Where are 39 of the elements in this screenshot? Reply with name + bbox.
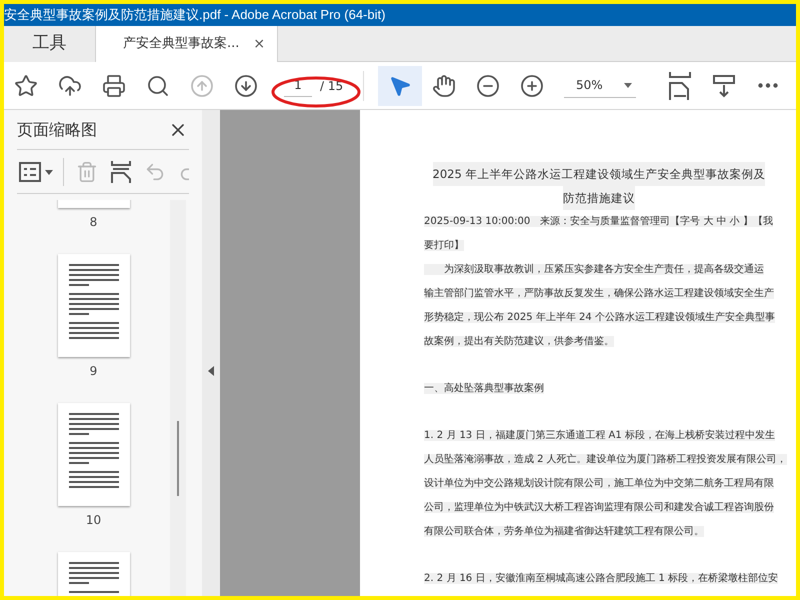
- page-number-label: 10: [86, 513, 102, 527]
- page-total: / 15: [320, 78, 344, 94]
- section-heading: 一、高处坠落典型事故案例: [424, 382, 544, 396]
- keyboard-arrow-icon: [712, 74, 736, 98]
- tab-label: 工具: [32, 32, 66, 56]
- insert-page-icon: [111, 160, 131, 184]
- body-paragraph: 2. 2 月 16 日，安徽淮南至桐城高速公路合肥段施工 1 标段，在桥梁墩柱部位安: [424, 572, 778, 586]
- list-options-icon: [19, 160, 55, 182]
- zoom-in-icon: [520, 74, 544, 98]
- zoom-dropdown[interactable]: 50%: [564, 74, 636, 98]
- arrow-down-circle-icon: [234, 74, 258, 98]
- collapse-arrow-icon: [208, 366, 214, 376]
- tab-close[interactable]: ×: [253, 34, 266, 54]
- tab-label: 产安全典型事故案...: [123, 35, 240, 54]
- caret-icon: [624, 82, 632, 88]
- body-paragraph: 为深刻汲取事故教训，压紧压实参建各方安全生产责任，提高各级交通运 输主管部门监管水平，严防事故反复发生，确保公路水运工程建设领域安全生产 形势稳定，现公布 2025 年上半年 24 个公路水运工程建设领域生产安全典型事 故案例，提出有关防范建议，供参考借鉴。: [424, 262, 775, 349]
- toolbar-button[interactable]: [378, 66, 422, 106]
- page-number-label: 9: [90, 364, 98, 378]
- more-icon: [758, 83, 778, 88]
- page-number-label: 8: [90, 215, 98, 229]
- arrow-up-circle-icon: [190, 74, 214, 98]
- document-title: 防范措施建议: [563, 186, 635, 210]
- cloud-upload-icon: [58, 74, 82, 98]
- page-thumbnail[interactable]: [58, 254, 130, 357]
- article-meta: 2025-09-13 10:00:00 来源：安全与质量监督管理司【字号 大 中 小 】【我 要打印】: [424, 214, 773, 253]
- scrollbar-thumb[interactable]: [177, 421, 179, 496]
- search-icon: [146, 74, 170, 98]
- fit-page-icon: [669, 70, 691, 100]
- window-title: 安全典型事故案例及防范措施建议.pdf - Adobe Acrobat Pro (64-bit): [4, 6, 386, 24]
- printer-icon: [102, 74, 126, 98]
- body-paragraph: 1. 2 月 13 日，福建厦门第三东通道工程 A1 标段，在海上栈桥安装过程中发生 人员坠落淹溺事故，造成 2 人死亡。建设单位为厦门路桥工程投资发展有限公司， 设计单位为中交公路规划设计院有限公司，施工单位为中交第二航务工程局有限 公司，监理单位为中铁武汉大桥工程咨询监理有限公司和建发合诚工程咨询股份 有限公司联合体，劳务单位为福建省御达轩建筑工程有限公司。: [424, 428, 787, 539]
- page-thumbnail[interactable]: [58, 403, 130, 506]
- document-title: 2025 年上半年公路水运工程建设领域生产安全典型事故案例及: [432, 162, 766, 186]
- zoom-out-icon: [476, 74, 500, 98]
- hand-icon: [432, 74, 456, 98]
- document-tab[interactable]: 产安全典型事故案... ×: [95, 26, 278, 62]
- trash-icon: [76, 160, 98, 182]
- star-icon: [14, 74, 38, 98]
- panel-title: 页面缩略图: [17, 118, 97, 140]
